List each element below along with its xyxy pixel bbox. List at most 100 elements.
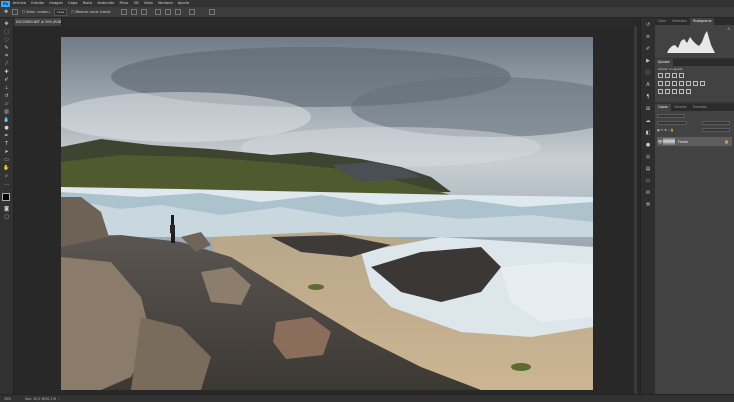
paragraph-icon[interactable]: ¶ xyxy=(645,94,651,100)
menu-archivo[interactable]: Archivo xyxy=(10,0,29,7)
menu-filtro[interactable]: Filtro xyxy=(117,0,131,7)
healing-tool-icon[interactable]: ✚ xyxy=(3,69,10,75)
timeline-icon[interactable]: ▭ xyxy=(645,178,651,184)
quick-select-tool-icon[interactable]: ✎ xyxy=(3,45,10,51)
blur-tool-icon[interactable]: 💧 xyxy=(3,117,10,123)
eyedropper-tool-icon[interactable]: ⁄ xyxy=(3,61,10,67)
tab-swatches[interactable]: Muestras xyxy=(669,18,690,25)
align-center-icon[interactable] xyxy=(164,9,171,15)
styles-icon[interactable]: ◧ xyxy=(645,130,651,136)
tab-adjustments[interactable]: Ajustes xyxy=(655,59,673,66)
selective-color-icon[interactable] xyxy=(686,89,691,94)
character-icon[interactable]: A xyxy=(645,82,651,88)
pen-tool-icon[interactable]: ✒ xyxy=(3,133,10,139)
brush-tool-icon[interactable]: ✐ xyxy=(3,77,10,83)
crop-tool-icon[interactable]: ⌗ xyxy=(3,53,10,59)
history-brush-tool-icon[interactable]: ↺ xyxy=(3,93,10,99)
glacier-landscape-photo[interactable] xyxy=(61,37,593,390)
hue-saturation-icon[interactable] xyxy=(665,81,670,86)
tab-paths[interactable]: Trazados xyxy=(690,104,710,111)
opacity-field[interactable] xyxy=(702,121,730,125)
brightness-contrast-icon[interactable] xyxy=(658,73,663,78)
move-tool-icon[interactable]: ✥ xyxy=(4,9,8,15)
gradient-map-icon[interactable] xyxy=(679,89,684,94)
menu-vista[interactable]: Vista xyxy=(141,0,155,7)
invert-icon[interactable] xyxy=(658,89,663,94)
move-tool-icon[interactable]: ✥ xyxy=(3,21,10,27)
tool-preset-icon[interactable] xyxy=(12,9,19,15)
lock-icons-row[interactable]: ▦ ✎ ✥ ⌗ 🔒 xyxy=(657,128,674,132)
path-select-tool-icon[interactable]: ➤ xyxy=(3,149,10,155)
zoom-level[interactable]: 30% xyxy=(4,397,11,401)
layer-comps-icon[interactable]: ▤ xyxy=(645,166,651,172)
type-tool-icon[interactable]: T xyxy=(3,141,10,147)
align-left-icon[interactable] xyxy=(154,9,161,15)
notes-icon[interactable]: ✉ xyxy=(645,190,651,196)
menu-imagen[interactable]: Imagen xyxy=(47,0,66,7)
tab-channels[interactable]: Canales xyxy=(671,104,690,111)
clone-stamp-tool-icon[interactable]: ⊥ xyxy=(3,85,10,91)
lasso-tool-icon[interactable]: ◌ xyxy=(3,37,10,43)
transform-controls-checkbox[interactable]: ☐ xyxy=(71,10,74,14)
dodge-tool-icon[interactable]: ● xyxy=(3,125,10,131)
menu-ventana[interactable]: Ventana xyxy=(155,0,175,7)
levels-icon[interactable] xyxy=(665,73,670,78)
tab-histogram[interactable]: Histograma xyxy=(689,18,715,25)
blend-mode-dropdown[interactable] xyxy=(657,121,687,125)
actions-icon[interactable]: ▶ xyxy=(645,58,651,64)
vibrance-icon[interactable] xyxy=(658,81,663,86)
status-arrow-icon[interactable]: › xyxy=(58,397,59,401)
foreground-color-swatch[interactable] xyxy=(2,193,10,201)
3d-mode-icon[interactable] xyxy=(208,9,215,15)
vertical-scrollbar[interactable] xyxy=(634,26,637,394)
exposure-icon[interactable] xyxy=(679,73,684,78)
quick-mask-icon[interactable]: ◙ xyxy=(3,206,10,212)
shape-tool-icon[interactable]: ▭ xyxy=(3,157,10,163)
brush-settings-icon[interactable]: ✐ xyxy=(645,46,651,52)
menu-seleccion[interactable]: Selección xyxy=(95,0,117,7)
adobe-color-icon[interactable]: ● xyxy=(645,142,651,148)
auto-select-dropdown[interactable]: Capa xyxy=(53,8,68,16)
menu-3d[interactable]: 3D xyxy=(131,0,141,7)
curves-icon[interactable] xyxy=(672,73,677,78)
marquee-tool-icon[interactable]: ⬚ xyxy=(3,29,10,35)
libraries-icon[interactable]: ☁ xyxy=(645,118,651,124)
align-middle-icon[interactable] xyxy=(130,9,137,15)
histogram-warning-icon[interactable]: ⚠ xyxy=(727,26,731,31)
layer-row-fondo[interactable]: 👁 Fondo 🔒 xyxy=(657,137,732,146)
lock-icon[interactable]: 🔒 xyxy=(724,139,729,144)
zoom-tool-icon[interactable]: ⌕ xyxy=(3,173,10,179)
navigator-icon[interactable]: ◎ xyxy=(645,154,651,160)
color-lookup-icon[interactable] xyxy=(700,81,705,86)
menu-texto[interactable]: Texto xyxy=(80,0,95,7)
menu-edicion[interactable]: Edición xyxy=(29,0,47,7)
more-tools-icon[interactable]: … xyxy=(3,181,10,187)
photo-filter-icon[interactable] xyxy=(686,81,691,86)
glyphs-icon[interactable]: ⊞ xyxy=(645,106,651,112)
menu-ayuda[interactable]: Ayuda xyxy=(175,0,191,7)
screen-mode-icon[interactable]: ▢ xyxy=(3,214,10,220)
align-top-icon[interactable] xyxy=(120,9,127,15)
align-bottom-icon[interactable] xyxy=(140,9,147,15)
eraser-tool-icon[interactable]: ▱ xyxy=(3,101,10,107)
fill-field[interactable] xyxy=(702,128,730,132)
hand-tool-icon[interactable]: ✋ xyxy=(3,165,10,171)
black-white-icon[interactable] xyxy=(679,81,684,86)
info-icon[interactable]: ⓘ xyxy=(645,70,651,76)
distribute-icon[interactable] xyxy=(188,9,195,15)
photoshop-logo-icon[interactable]: Ps xyxy=(1,0,10,7)
gradient-tool-icon[interactable]: ▥ xyxy=(3,109,10,115)
auto-select-checkbox[interactable]: ☐ xyxy=(22,10,25,14)
properties-icon[interactable]: ≡ xyxy=(645,34,651,40)
layer-filter-dropdown[interactable] xyxy=(657,114,685,118)
history-icon[interactable]: ↺ xyxy=(645,22,651,28)
tab-color[interactable]: Color xyxy=(655,18,669,25)
posterize-icon[interactable] xyxy=(665,89,670,94)
align-right-icon[interactable] xyxy=(174,9,181,15)
threshold-icon[interactable] xyxy=(672,89,677,94)
document-tab[interactable]: DSC03805.NEF al 30% (RGB/8) xyxy=(14,18,62,26)
channel-mixer-icon[interactable] xyxy=(693,81,698,86)
menu-capa[interactable]: Capa xyxy=(66,0,80,7)
tool-presets-icon[interactable]: ⚒ xyxy=(645,202,651,208)
tab-layers[interactable]: Capas xyxy=(655,104,671,111)
